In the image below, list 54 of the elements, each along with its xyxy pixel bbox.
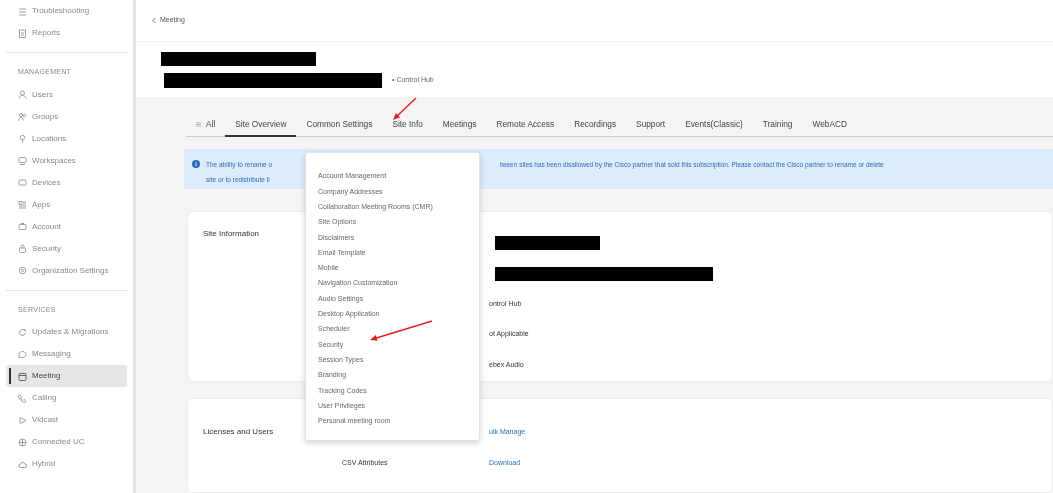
sidebar-item[interactable]: Security <box>6 237 127 260</box>
section-title: Site Information <box>203 228 260 238</box>
play-icon <box>18 415 27 425</box>
sidebar-item[interactable]: Hybrid <box>6 453 127 475</box>
chevron-left-icon <box>152 16 156 24</box>
lock-icon <box>18 244 27 253</box>
apps-icon <box>18 200 27 209</box>
chat-icon <box>18 349 27 359</box>
tab[interactable]: WebACD <box>802 118 857 137</box>
sidebar-item[interactable]: Messaging <box>6 343 127 365</box>
sidebar-item[interactable]: Vidcast <box>6 409 127 431</box>
globe-icon <box>18 437 27 447</box>
section-title: Licenses and Users <box>203 427 274 437</box>
menu-icon <box>196 122 201 128</box>
people-icon <box>18 112 27 121</box>
sidebar-item[interactable]: Users <box>6 83 127 106</box>
tab[interactable]: Training <box>752 118 803 137</box>
screen-icon <box>18 178 27 187</box>
briefcase-icon <box>18 222 27 231</box>
tab[interactable]: Site Overview <box>225 118 297 137</box>
document-icon <box>18 28 27 38</box>
sidebar-item[interactable]: Groups <box>6 105 127 128</box>
cloud-icon <box>18 459 27 469</box>
phone-icon <box>18 393 27 403</box>
sidebar-item[interactable]: Workspaces <box>6 149 127 172</box>
pin-icon <box>18 134 27 143</box>
annotation-arrow <box>393 97 417 120</box>
person-icon <box>18 90 27 99</box>
sidebar-item[interactable]: Meeting <box>6 365 127 387</box>
sidebar-item[interactable]: Organization Settings <box>6 259 127 282</box>
gear-icon <box>18 266 27 275</box>
sidebar-item[interactable]: Updates & Migrations <box>6 321 127 343</box>
calendar-icon <box>18 371 27 381</box>
tab[interactable]: Events(Classic) <box>675 118 753 137</box>
tab[interactable]: Recordings <box>564 118 627 137</box>
sidebar-item[interactable]: Locations <box>6 127 127 150</box>
sidebar-item[interactable]: Apps <box>6 193 127 216</box>
tab[interactable]: Remote Access <box>486 118 565 137</box>
tab[interactable]: Site Info <box>382 118 433 137</box>
list-icon <box>18 6 27 16</box>
sidebar-item[interactable]: Connected UC <box>6 431 127 453</box>
annotation-arrow <box>370 320 433 341</box>
tab[interactable]: All <box>186 118 226 137</box>
monitor-icon <box>18 156 27 165</box>
info-icon <box>192 159 200 168</box>
tab[interactable]: Common Settings <box>296 118 383 137</box>
sidebar-item[interactable]: Account <box>6 215 127 238</box>
sidebar-item[interactable]: Reports <box>6 22 127 44</box>
sidebar-item[interactable]: Devices <box>6 171 127 194</box>
sidebar-item[interactable]: Calling <box>6 387 127 409</box>
tab[interactable]: Support <box>626 118 676 137</box>
refresh-icon <box>18 327 27 337</box>
tab[interactable]: Meetings <box>432 118 487 137</box>
sidebar-item[interactable]: Troubleshooting <box>6 0 127 22</box>
